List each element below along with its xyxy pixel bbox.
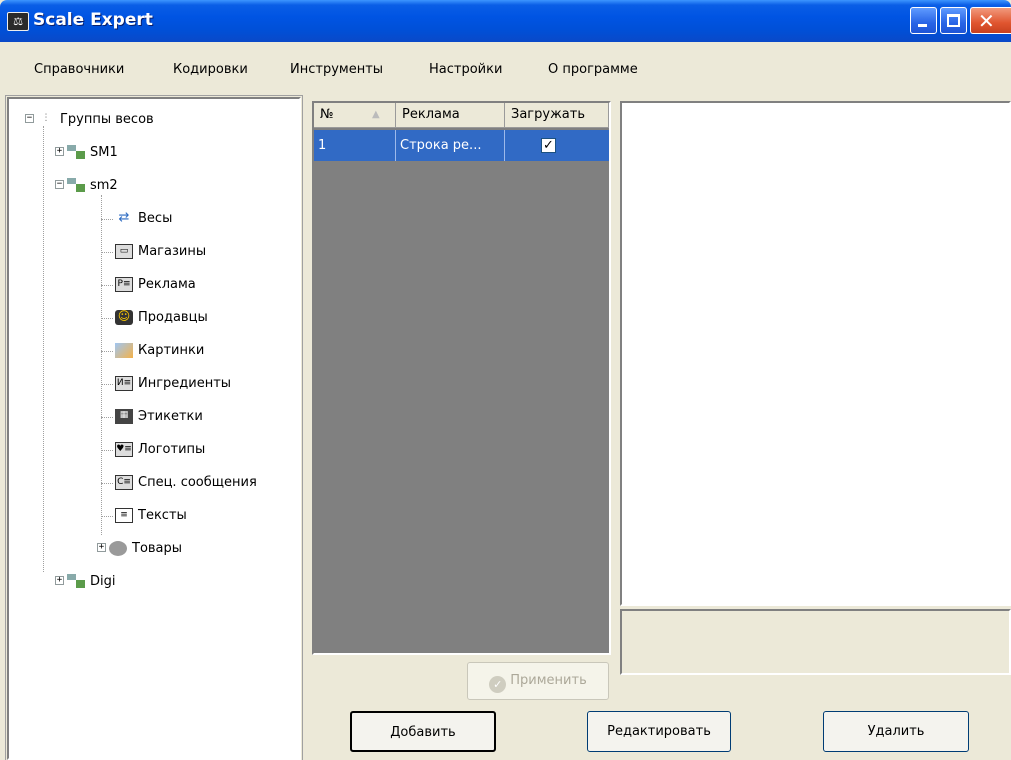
grid-header: № ▲ Реклама Загружать	[314, 103, 609, 128]
column-header-ad[interactable]: Реклама	[396, 103, 505, 128]
ads-icon: P≡	[115, 276, 133, 292]
collapse-toggle[interactable]: −	[55, 180, 64, 189]
apply-button[interactable]: ✓ Применить	[467, 662, 609, 700]
network-icon	[67, 177, 85, 193]
tree-group-digi[interactable]: Digi	[67, 570, 116, 592]
tree-item-label: Этикетки	[138, 408, 203, 424]
menu-bar: Справочники Кодировки Инструменты Настро…	[0, 42, 1011, 92]
window-title: Scale Expert	[33, 10, 153, 30]
tree-line	[101, 516, 113, 517]
tree-item-label: Продавцы	[138, 309, 208, 325]
check-icon: ✓	[489, 676, 507, 693]
tree-item-ingredients[interactable]: И≡ Ингредиенты	[115, 372, 231, 394]
tree-item-stores[interactable]: ▭ Магазины	[115, 240, 206, 262]
tree-root[interactable]: ⋮ Группы весов	[37, 108, 154, 130]
expand-toggle[interactable]: +	[55, 147, 64, 156]
tree-line	[43, 126, 44, 572]
tree-line	[101, 483, 113, 484]
edit-button[interactable]: Редактировать	[587, 711, 731, 752]
column-header-number[interactable]: № ▲	[314, 103, 396, 128]
tree-line	[101, 318, 113, 319]
cell-load: ✓	[505, 130, 609, 161]
menu-settings[interactable]: Настройки	[429, 62, 502, 77]
minimize-button[interactable]	[910, 7, 937, 34]
stores-icon: ▭	[115, 243, 133, 259]
tree-item-label: Реклама	[138, 276, 196, 292]
add-button[interactable]: Добавить	[350, 711, 496, 752]
tree-line	[101, 384, 113, 385]
menu-tools[interactable]: Инструменты	[290, 62, 383, 77]
tree-item-label: Весы	[138, 210, 173, 226]
goods-icon	[109, 540, 127, 556]
maximize-icon	[947, 14, 960, 27]
tree-item-sellers[interactable]: ☺ Продавцы	[115, 306, 208, 328]
expand-toggle[interactable]: +	[55, 576, 64, 585]
menu-about[interactable]: О программе	[548, 62, 638, 77]
network-icon	[67, 144, 85, 160]
labels-icon: ▦	[115, 408, 133, 424]
column-header-label: №	[320, 107, 334, 122]
tree-item-label: Магазины	[138, 243, 207, 259]
tree-line	[101, 351, 113, 352]
tree-line	[101, 219, 113, 220]
expand-toggle[interactable]: +	[97, 543, 106, 552]
tree-item-scales[interactable]: ⇄ Весы	[115, 207, 173, 229]
tree-line	[101, 450, 113, 451]
cell-ad-name: Строка ре...	[396, 130, 505, 161]
ads-grid[interactable]: № ▲ Реклама Загружать 1 Строка ре... ✓	[312, 101, 611, 655]
tree-item-pictures[interactable]: Картинки	[115, 339, 204, 361]
minimize-icon	[918, 24, 927, 27]
app-icon: ⚖	[7, 12, 29, 31]
apply-button-label: Применить	[510, 673, 587, 688]
tree-item-label: Спец. сообщения	[138, 474, 257, 490]
column-header-load[interactable]: Загружать	[505, 103, 609, 128]
cell-number: 1	[314, 130, 396, 161]
logos-icon: ♥≡	[115, 441, 133, 457]
close-icon: ✕	[978, 9, 995, 33]
texts-icon: ≡	[115, 507, 133, 523]
table-row[interactable]: 1 Строка ре... ✓	[314, 130, 609, 161]
scale-group-icon: ⋮	[41, 112, 51, 123]
tree-item-label: Картинки	[138, 342, 205, 358]
special-messages-icon: C≡	[115, 474, 133, 490]
tree-line	[101, 252, 113, 253]
tree-group-sm2[interactable]: sm2	[67, 174, 118, 196]
close-button[interactable]: ✕	[970, 7, 1011, 34]
collapse-toggle[interactable]: −	[25, 114, 34, 123]
menu-encodings[interactable]: Кодировки	[173, 62, 248, 77]
tree-group-label: sm2	[90, 177, 118, 193]
tree-item-label: Тексты	[138, 507, 187, 523]
tree-item-labels[interactable]: ▦ Этикетки	[115, 405, 203, 427]
tree-group-label: Digi	[90, 573, 116, 589]
tree-line	[101, 417, 113, 418]
tree-line	[101, 195, 102, 535]
network-icon	[67, 573, 85, 589]
preview-panel	[620, 101, 1011, 606]
tree-item-label: Логотипы	[138, 441, 206, 457]
tree-item-ads[interactable]: P≡ Реклама	[115, 273, 196, 295]
title-bar: ⚖ Scale Expert ✕	[0, 0, 1011, 42]
tree-line	[101, 285, 113, 286]
tree-root-label: Группы весов	[60, 111, 154, 127]
maximize-button[interactable]	[940, 7, 967, 34]
load-checkbox[interactable]: ✓	[541, 138, 556, 153]
tree-item-goods[interactable]: Товары	[109, 537, 182, 559]
ingredients-icon: И≡	[115, 375, 133, 391]
tree-view[interactable]: − ⋮ Группы весов + SM1 − sm2 ⇄ Весы ▭ Ма…	[7, 97, 301, 760]
info-panel	[620, 609, 1011, 675]
tree-item-texts[interactable]: ≡ Тексты	[115, 504, 187, 526]
sort-arrow-icon: ▲	[372, 109, 380, 120]
sellers-icon: ☺	[115, 309, 133, 325]
delete-button[interactable]: Удалить	[823, 711, 969, 752]
tree-item-special-messages[interactable]: C≡ Спец. сообщения	[115, 471, 257, 493]
tree-group-label: SM1	[90, 144, 118, 160]
menu-directories[interactable]: Справочники	[34, 62, 124, 77]
scales-icon: ⇄	[118, 209, 130, 225]
tree-item-logos[interactable]: ♥≡ Логотипы	[115, 438, 205, 460]
tree-item-label: Ингредиенты	[138, 375, 232, 391]
tree-group-sm1[interactable]: SM1	[67, 141, 118, 163]
pictures-icon	[115, 342, 133, 358]
tree-item-label: Товары	[132, 540, 183, 556]
